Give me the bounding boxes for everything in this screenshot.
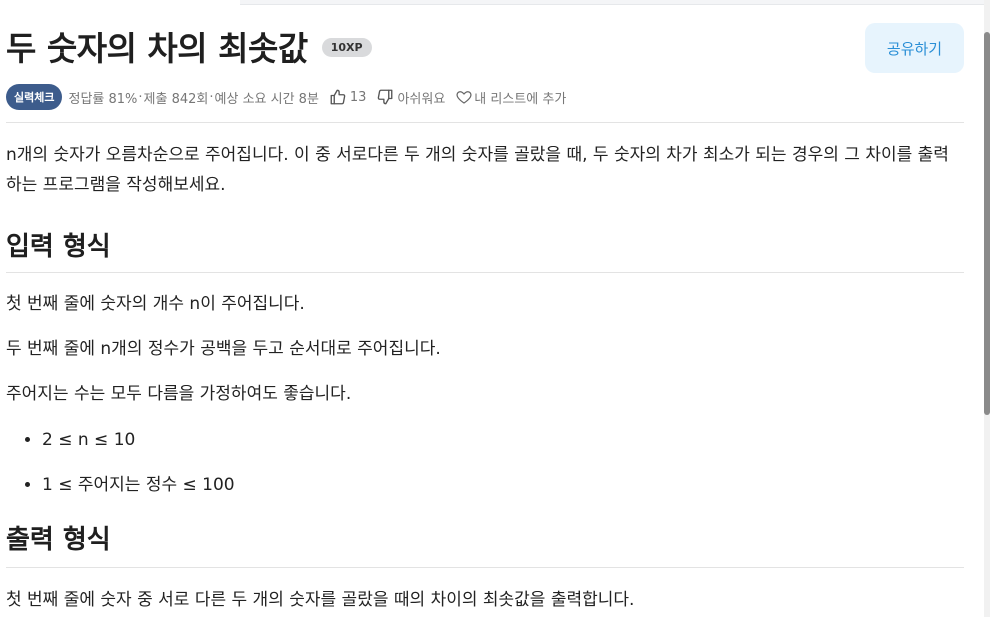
xp-badge: 10XP [321, 37, 372, 57]
input-line-1: 첫 번째 줄에 숫자의 개수 n이 주어집니다. [6, 294, 305, 314]
level-badge: 실력체크 [6, 84, 63, 110]
problem-description: n개의 숫자가 오름차순으로 주어집니다. 이 중 서로다른 두 개의 숫자를 … [6, 145, 949, 195]
constraints-list: 2 ≤ n ≤ 10 1 ≤ 주어지는 정수 ≤ 100 [6, 425, 942, 500]
accuracy-text: 정답률 81% [68, 91, 138, 107]
input-line-2: 두 번째 줄에 n개의 정수가 공백을 두고 순서대로 주어집니다. [6, 339, 441, 359]
heart-icon [456, 91, 472, 104]
problem-header: 두 숫자의 차의 최솟값 10XP 공유하기 실력체크 정답률 81% · 제출… [6, 22, 964, 110]
input-format-heading: 입력 형식 [6, 232, 111, 262]
output-format-heading: 출력 형식 [6, 525, 111, 555]
problem-meta: 실력체크 정답률 81% · 제출 842회 · 예상 소요 시간 8분 13 … [6, 83, 566, 111]
constraint-n: 2 ≤ n ≤ 10 [42, 430, 136, 450]
output-line-1: 첫 번째 줄에 숫자 중 서로 다른 두 개의 숫자를 골랐을 때의 차이의 최… [6, 590, 635, 610]
top-bar-strip [240, 0, 990, 5]
thumbs-up-icon [330, 89, 346, 105]
list-item: 1 ≤ 주어지는 정수 ≤ 100 [42, 470, 942, 500]
dislike-label: 아쉬워요 [397, 91, 446, 107]
add-to-list-label: 내 리스트에 추가 [474, 91, 567, 107]
expected-time-text: 예상 소요 시간 8분 [214, 91, 319, 107]
submissions-text: 제출 842회 [143, 91, 209, 107]
input-line-3: 주어지는 수는 모두 다름을 가정하여도 좋습니다. [6, 384, 352, 404]
dislike-button[interactable]: 아쉬워요 [366, 88, 445, 107]
constraint-values: 1 ≤ 주어지는 정수 ≤ 100 [42, 475, 235, 495]
like-count: 13 [349, 89, 367, 105]
add-to-list-button[interactable]: 내 리스트에 추가 [445, 88, 566, 107]
scrollbar[interactable] [984, 0, 990, 617]
like-button[interactable]: 13 [319, 88, 367, 106]
scrollbar-thumb[interactable] [984, 32, 990, 415]
list-item: 2 ≤ n ≤ 10 [42, 425, 942, 455]
header-divider [6, 122, 964, 123]
problem-body: n개의 숫자가 오름차순으로 주어집니다. 이 중 서로다른 두 개의 숫자를 … [6, 140, 964, 610]
meta-separator: · [138, 89, 143, 105]
share-button[interactable]: 공유하기 [865, 23, 964, 73]
meta-separator: · [209, 89, 214, 105]
output-heading-divider [6, 567, 964, 568]
input-heading-divider [6, 272, 964, 273]
page-title: 두 숫자의 차의 최솟값 [6, 29, 308, 68]
thumbs-down-icon [378, 89, 393, 105]
